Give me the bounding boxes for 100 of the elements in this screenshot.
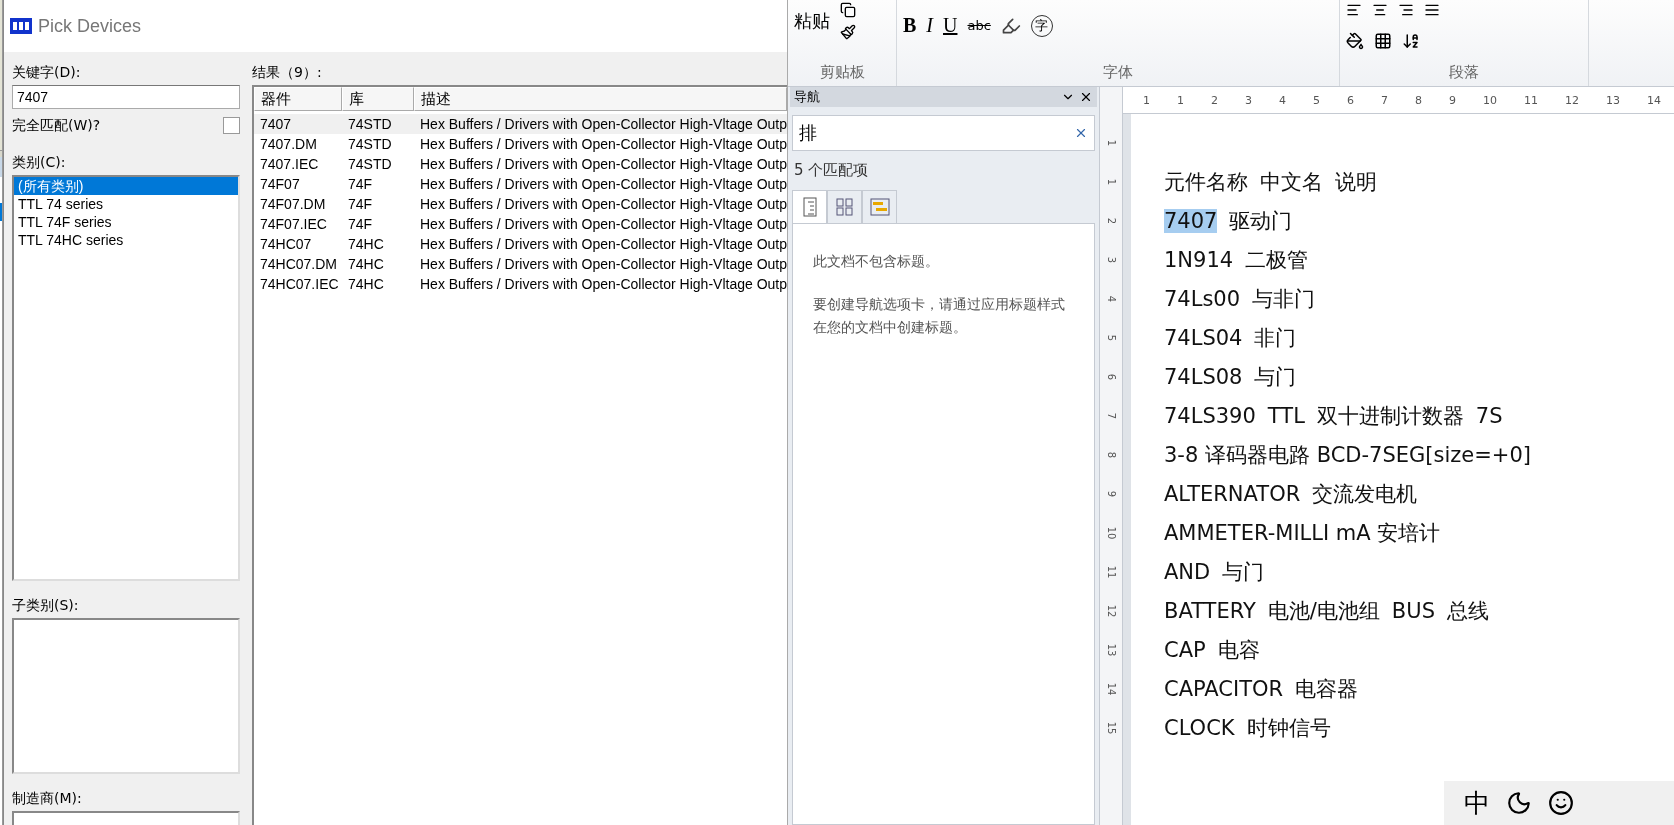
sort-icon[interactable]	[1402, 31, 1420, 50]
category-item[interactable]: (所有类别)	[14, 177, 238, 195]
justify-icon[interactable]	[1424, 2, 1440, 18]
match-count: 5 个匹配项	[794, 161, 870, 180]
table-cell[interactable]: 74HC	[342, 254, 414, 274]
search-field[interactable]: 排	[792, 115, 1095, 151]
table-cell[interactable]: Hex Buffers / Drivers with Open-Collector High-Vltage Outp	[414, 214, 787, 234]
table-cell[interactable]: Hex Buffers / Drivers with Open-Collector High-Vltage Outp	[414, 234, 787, 254]
clear-icon[interactable]	[1074, 126, 1088, 140]
category-item[interactable]: TTL 74F series	[14, 213, 238, 231]
table-cell[interactable]: 74HC07.IEC	[254, 274, 342, 294]
keyword-field[interactable]: 7407	[12, 85, 240, 109]
table-cell[interactable]: 74HC	[342, 234, 414, 254]
ruler-number: 1	[1105, 178, 1117, 186]
paste-button[interactable]: 粘贴	[794, 9, 830, 33]
copy-icon[interactable]	[840, 2, 856, 18]
paint-bucket-icon[interactable]	[1346, 31, 1364, 50]
table-cell[interactable]: 74F	[342, 214, 414, 234]
ruler-number: 1	[1177, 93, 1184, 107]
table-cell[interactable]: Hex Buffers / Drivers with Open-Collector High-Vltage Outp	[414, 274, 787, 294]
ruler-number: 11	[1524, 93, 1538, 107]
smiley-icon[interactable]	[1548, 790, 1574, 816]
table-cell[interactable]: Hex Buffers / Drivers with Open-Collector High-Vltage Outp	[414, 194, 787, 214]
ruler-number: 11	[1105, 565, 1117, 579]
ruler-number: 4	[1105, 295, 1117, 303]
results-icon	[869, 198, 890, 216]
table-cell[interactable]: Hex Buffers / Drivers with Open-Collector High-Vltage Outp	[414, 174, 787, 194]
ruler-number: 12	[1565, 93, 1579, 107]
strikethrough-button[interactable]: abc	[967, 18, 991, 33]
results-label: 结果（9）:	[252, 64, 323, 82]
table-cell[interactable]: Hex Buffers / Drivers with Open-Collector High-Vltage Outp	[414, 154, 787, 174]
format-button[interactable]: I	[926, 14, 933, 37]
table-cell[interactable]: 74F07.IEC	[254, 214, 342, 234]
exact-match-checkbox[interactable]	[223, 117, 240, 134]
format-button[interactable]: U	[943, 14, 958, 37]
table-cell[interactable]: Hex Buffers / Drivers with Open-Collector High-Vltage Outp	[414, 114, 787, 134]
document-text: 与门	[1254, 363, 1297, 391]
document-text: BUS	[1391, 598, 1435, 623]
headings-icon	[802, 197, 817, 217]
column-header[interactable]: 库	[342, 87, 414, 111]
window-title: Pick Devices	[38, 15, 142, 37]
align-left-icon[interactable]	[1346, 2, 1362, 18]
document-text: 总线	[1446, 597, 1489, 625]
border-icon[interactable]	[1374, 31, 1392, 50]
info-text: 此文档不包含标题。	[813, 252, 940, 271]
document-text: 元件名称	[1164, 168, 1248, 196]
table-cell[interactable]: 74HC	[342, 274, 414, 294]
brush-icon[interactable]	[840, 24, 856, 40]
category-item[interactable]: TTL 74HC series	[14, 231, 238, 249]
table-cell[interactable]: 74F07	[254, 174, 342, 194]
table-cell[interactable]: Hex Buffers / Drivers with Open-Collector High-Vltage Outp	[414, 134, 787, 154]
ruler-number: 6	[1347, 93, 1354, 107]
table-cell[interactable]: 74STD	[342, 114, 414, 134]
field-label: 关键字(D):	[12, 64, 82, 82]
document-text: 74LS08	[1164, 364, 1243, 389]
table-cell[interactable]: 74F	[342, 194, 414, 214]
document-text: 电容器	[1295, 675, 1359, 703]
close-icon[interactable]	[1079, 90, 1093, 104]
format-button[interactable]: B	[903, 14, 917, 37]
table-cell[interactable]: 74F	[342, 174, 414, 194]
pane-title: 导航	[794, 88, 820, 106]
document-text: 7S	[1475, 403, 1503, 428]
category-item[interactable]: TTL 74 series	[14, 195, 238, 213]
document-text: 电池/电池组	[1267, 597, 1380, 625]
ruler-number: 8	[1105, 451, 1117, 459]
ruler-number: 12	[1105, 604, 1117, 618]
table-cell[interactable]: 74HC07.DM	[254, 254, 342, 274]
ruler-number: 6	[1105, 373, 1117, 381]
group-label: 剪贴板	[818, 63, 866, 82]
table-cell[interactable]: 74F07.DM	[254, 194, 342, 214]
align-center-icon[interactable]	[1372, 2, 1388, 18]
ruler-number: 3	[1245, 93, 1252, 107]
table-cell[interactable]: Hex Buffers / Drivers with Open-Collector High-Vltage Outp	[414, 254, 787, 274]
document-text: 与门	[1222, 558, 1265, 586]
align-right-icon[interactable]	[1398, 2, 1414, 18]
ruler-number: 3	[1105, 256, 1117, 264]
document-text: 说明	[1335, 168, 1377, 196]
column-header[interactable]: 器件	[254, 87, 342, 111]
field-label: 子类别(S):	[12, 597, 80, 615]
table-cell[interactable]: 74STD	[342, 154, 414, 174]
ruler-number: 10	[1483, 93, 1497, 107]
table-cell[interactable]: 7407	[254, 114, 342, 134]
document-text: CAPACITOR	[1164, 676, 1284, 701]
table-cell[interactable]: 74HC07	[254, 234, 342, 254]
document-text: 时钟信号	[1246, 714, 1331, 742]
table-cell[interactable]: 74STD	[342, 134, 414, 154]
column-header[interactable]: 描述	[414, 87, 787, 111]
document-text: CLOCK	[1164, 715, 1235, 740]
group-label: 字体	[1102, 63, 1134, 82]
highlighter-icon[interactable]	[1000, 15, 1021, 36]
document-text: 74Ls00	[1164, 286, 1241, 311]
document-text: 与非门	[1252, 285, 1316, 313]
logo-icon	[10, 18, 32, 34]
moon-icon[interactable]	[1506, 790, 1532, 816]
ruler-number: 5	[1105, 334, 1117, 342]
document-text: 双十进制计数器	[1316, 402, 1464, 430]
table-cell[interactable]: 7407.IEC	[254, 154, 342, 174]
input-mode-button[interactable]: 中	[1464, 785, 1490, 821]
ruler-number: 8	[1415, 93, 1422, 107]
table-cell[interactable]: 7407.DM	[254, 134, 342, 154]
